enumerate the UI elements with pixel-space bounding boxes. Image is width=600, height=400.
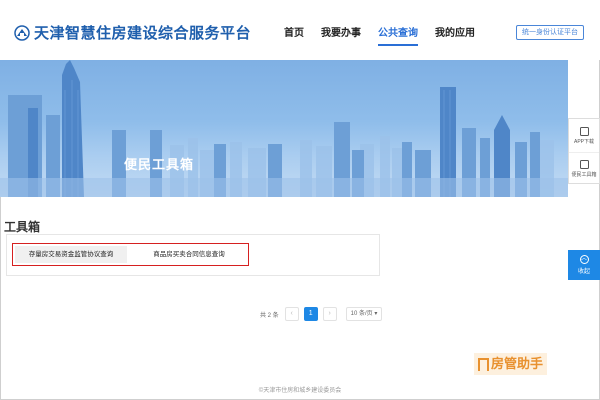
house-icon	[478, 357, 489, 371]
side-item-label: APP下载	[573, 138, 594, 145]
side-toolbar: APP下载 便民工具箱	[568, 118, 600, 184]
hero-banner: 便民工具箱	[0, 60, 568, 197]
watermark-text: 房管助手	[491, 356, 544, 371]
toolbox-icon	[579, 160, 589, 169]
unified-auth-button[interactable]: 统一身份认证平台	[516, 25, 584, 40]
mobile-icon	[579, 126, 589, 136]
side-item-app-download[interactable]: APP下载	[569, 119, 599, 152]
collapse-button[interactable]: ︿ 收起	[568, 250, 600, 280]
site-logo[interactable]: 天津智慧住房建设综合服务平台	[14, 22, 251, 43]
pagination-total: 共 2 条	[260, 312, 279, 319]
next-page-button[interactable]: ›	[322, 307, 337, 321]
banner-title: 便民工具箱	[124, 157, 195, 172]
side-item-toolbox[interactable]: 便民工具箱	[569, 152, 599, 185]
nav-home[interactable]: 首页	[284, 24, 304, 46]
nav-my-apps[interactable]: 我的应用	[435, 24, 475, 46]
chevron-up-icon: ︿	[579, 255, 589, 264]
city-skyline-image	[0, 60, 568, 197]
tool-item-sales-contract-query[interactable]: 商品房买卖合同信息查询	[132, 246, 246, 263]
main-nav: 首页 我要办事 公共查询 我的应用	[284, 24, 492, 46]
site-title: 天津智慧住房建设综合服务平台	[34, 25, 252, 42]
side-item-label: 便民工具箱	[571, 172, 597, 178]
tool-item-escrow-agreement-query[interactable]: 存量房交易资金监管协议查询	[15, 246, 127, 263]
nav-services[interactable]: 我要办事	[321, 24, 361, 46]
prev-page-button[interactable]: ‹	[284, 307, 299, 321]
nav-public-query[interactable]: 公共查询	[378, 24, 418, 46]
top-header: 天津智慧住房建设综合服务平台 首页 我要办事 公共查询 我的应用 统一身份认证平…	[0, 0, 600, 60]
section-title: 工具箱	[4, 220, 41, 234]
page-size-select[interactable]: 10 条/页 ▾	[345, 307, 383, 321]
logo-icon	[14, 24, 30, 41]
page-size-value: 10 条/页	[350, 311, 373, 317]
collapse-label: 收起	[577, 269, 590, 275]
pagination: 共 2 条 ‹ 1 › 10 条/页 ▾	[260, 307, 383, 321]
footer-copyright: ©天津市住房和城乡建设委员会	[258, 388, 342, 394]
page-button-current[interactable]: 1	[303, 307, 318, 321]
watermark-logo: 房管助手	[474, 353, 548, 375]
